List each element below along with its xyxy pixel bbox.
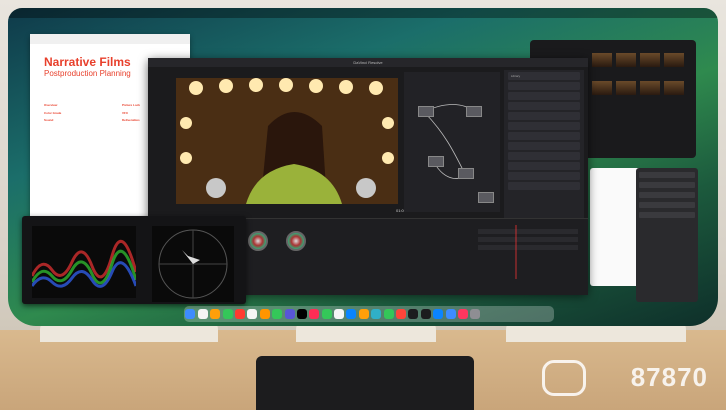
library-item[interactable]: [508, 152, 580, 160]
photo-thumbnail[interactable]: [592, 81, 612, 95]
watermark-logo-icon: [542, 360, 586, 396]
dock-app-icon[interactable]: [420, 309, 431, 319]
dock-app-icon[interactable]: [185, 309, 196, 319]
inspector-field[interactable]: [639, 192, 695, 198]
document-toolbar: [30, 34, 190, 44]
section-heading: Color Grade: [44, 110, 62, 115]
panel-heading: Library: [508, 72, 580, 80]
color-node[interactable]: [478, 192, 494, 203]
dock-app-icon[interactable]: [296, 309, 307, 319]
inspector-field[interactable]: [639, 212, 695, 218]
node-connections: [423, 104, 475, 179]
menu-bar: [8, 8, 718, 18]
library-item[interactable]: [508, 82, 580, 90]
dock-app-icon[interactable]: [234, 309, 245, 319]
library-item[interactable]: [508, 132, 580, 140]
video-scopes-window[interactable]: [22, 216, 246, 304]
dock-app-icon[interactable]: [396, 309, 407, 319]
inspector-field[interactable]: [639, 182, 695, 188]
video-frame: [176, 78, 398, 204]
keyboard: [256, 356, 474, 410]
dock-app-icon[interactable]: [358, 309, 369, 319]
window-title: DaVinci Resolve: [148, 58, 588, 67]
dock-app-icon[interactable]: [309, 309, 320, 319]
color-node[interactable]: [458, 168, 474, 179]
library-item[interactable]: [508, 142, 580, 150]
dock-app-icon[interactable]: [383, 309, 394, 319]
library-item[interactable]: [508, 102, 580, 110]
watermark-text: 87870: [630, 362, 708, 392]
dock-app-icon[interactable]: [247, 309, 258, 319]
photo-thumbnail[interactable]: [640, 53, 660, 67]
photo-thumbnail[interactable]: [640, 81, 660, 95]
color-node[interactable]: [466, 106, 482, 117]
virtual-display: Narrative Films Postproduction Planning …: [8, 8, 718, 326]
video-viewer[interactable]: [176, 78, 398, 204]
dock-app-icon[interactable]: [457, 309, 468, 319]
photo-thumbnail[interactable]: [664, 81, 684, 95]
dock-app-icon[interactable]: [371, 309, 382, 319]
dock-app-icon[interactable]: [408, 309, 419, 319]
color-node[interactable]: [428, 156, 444, 167]
photo-thumbnail[interactable]: [616, 81, 636, 95]
dock-app-icon[interactable]: [433, 309, 444, 319]
inspector-field[interactable]: [639, 202, 695, 208]
library-item[interactable]: [508, 112, 580, 120]
dock-app-icon[interactable]: [346, 309, 357, 319]
section-heading: Sound: [44, 118, 54, 123]
vectorscope: [152, 226, 234, 302]
photo-thumbnail[interactable]: [592, 53, 612, 67]
dock-app-icon[interactable]: [197, 309, 208, 319]
dock: [184, 306, 554, 322]
library-item[interactable]: [508, 162, 580, 170]
photo-grid: [590, 50, 694, 106]
document-column-left: Overview Color Grade Sound: [44, 100, 106, 123]
vectorscope-graticule: [158, 229, 228, 299]
library-item[interactable]: [508, 92, 580, 100]
color-node[interactable]: [418, 106, 434, 117]
dock-app-icon[interactable]: [284, 309, 295, 319]
library-item[interactable]: [508, 122, 580, 130]
inspector-panel[interactable]: [636, 168, 698, 302]
photo-thumbnail[interactable]: [664, 53, 684, 67]
dock-app-icon[interactable]: [272, 309, 283, 319]
library-item[interactable]: [508, 182, 580, 190]
library-item[interactable]: [508, 172, 580, 180]
section-heading: Overview: [44, 103, 58, 107]
inspector-field[interactable]: [639, 172, 695, 178]
waveform-scope: [32, 226, 136, 298]
dock-app-icon[interactable]: [222, 309, 233, 319]
dock-app-icon[interactable]: [210, 309, 221, 319]
dock-app-icon[interactable]: [321, 309, 332, 319]
node-editor[interactable]: [404, 72, 500, 212]
dock-app-icon[interactable]: [259, 309, 270, 319]
dock-app-icon[interactable]: [334, 309, 345, 319]
dock-app-icon[interactable]: [470, 309, 481, 319]
dock-app-icon[interactable]: [445, 309, 456, 319]
photo-thumbnail[interactable]: [616, 53, 636, 67]
waveform-trace: [32, 239, 136, 288]
